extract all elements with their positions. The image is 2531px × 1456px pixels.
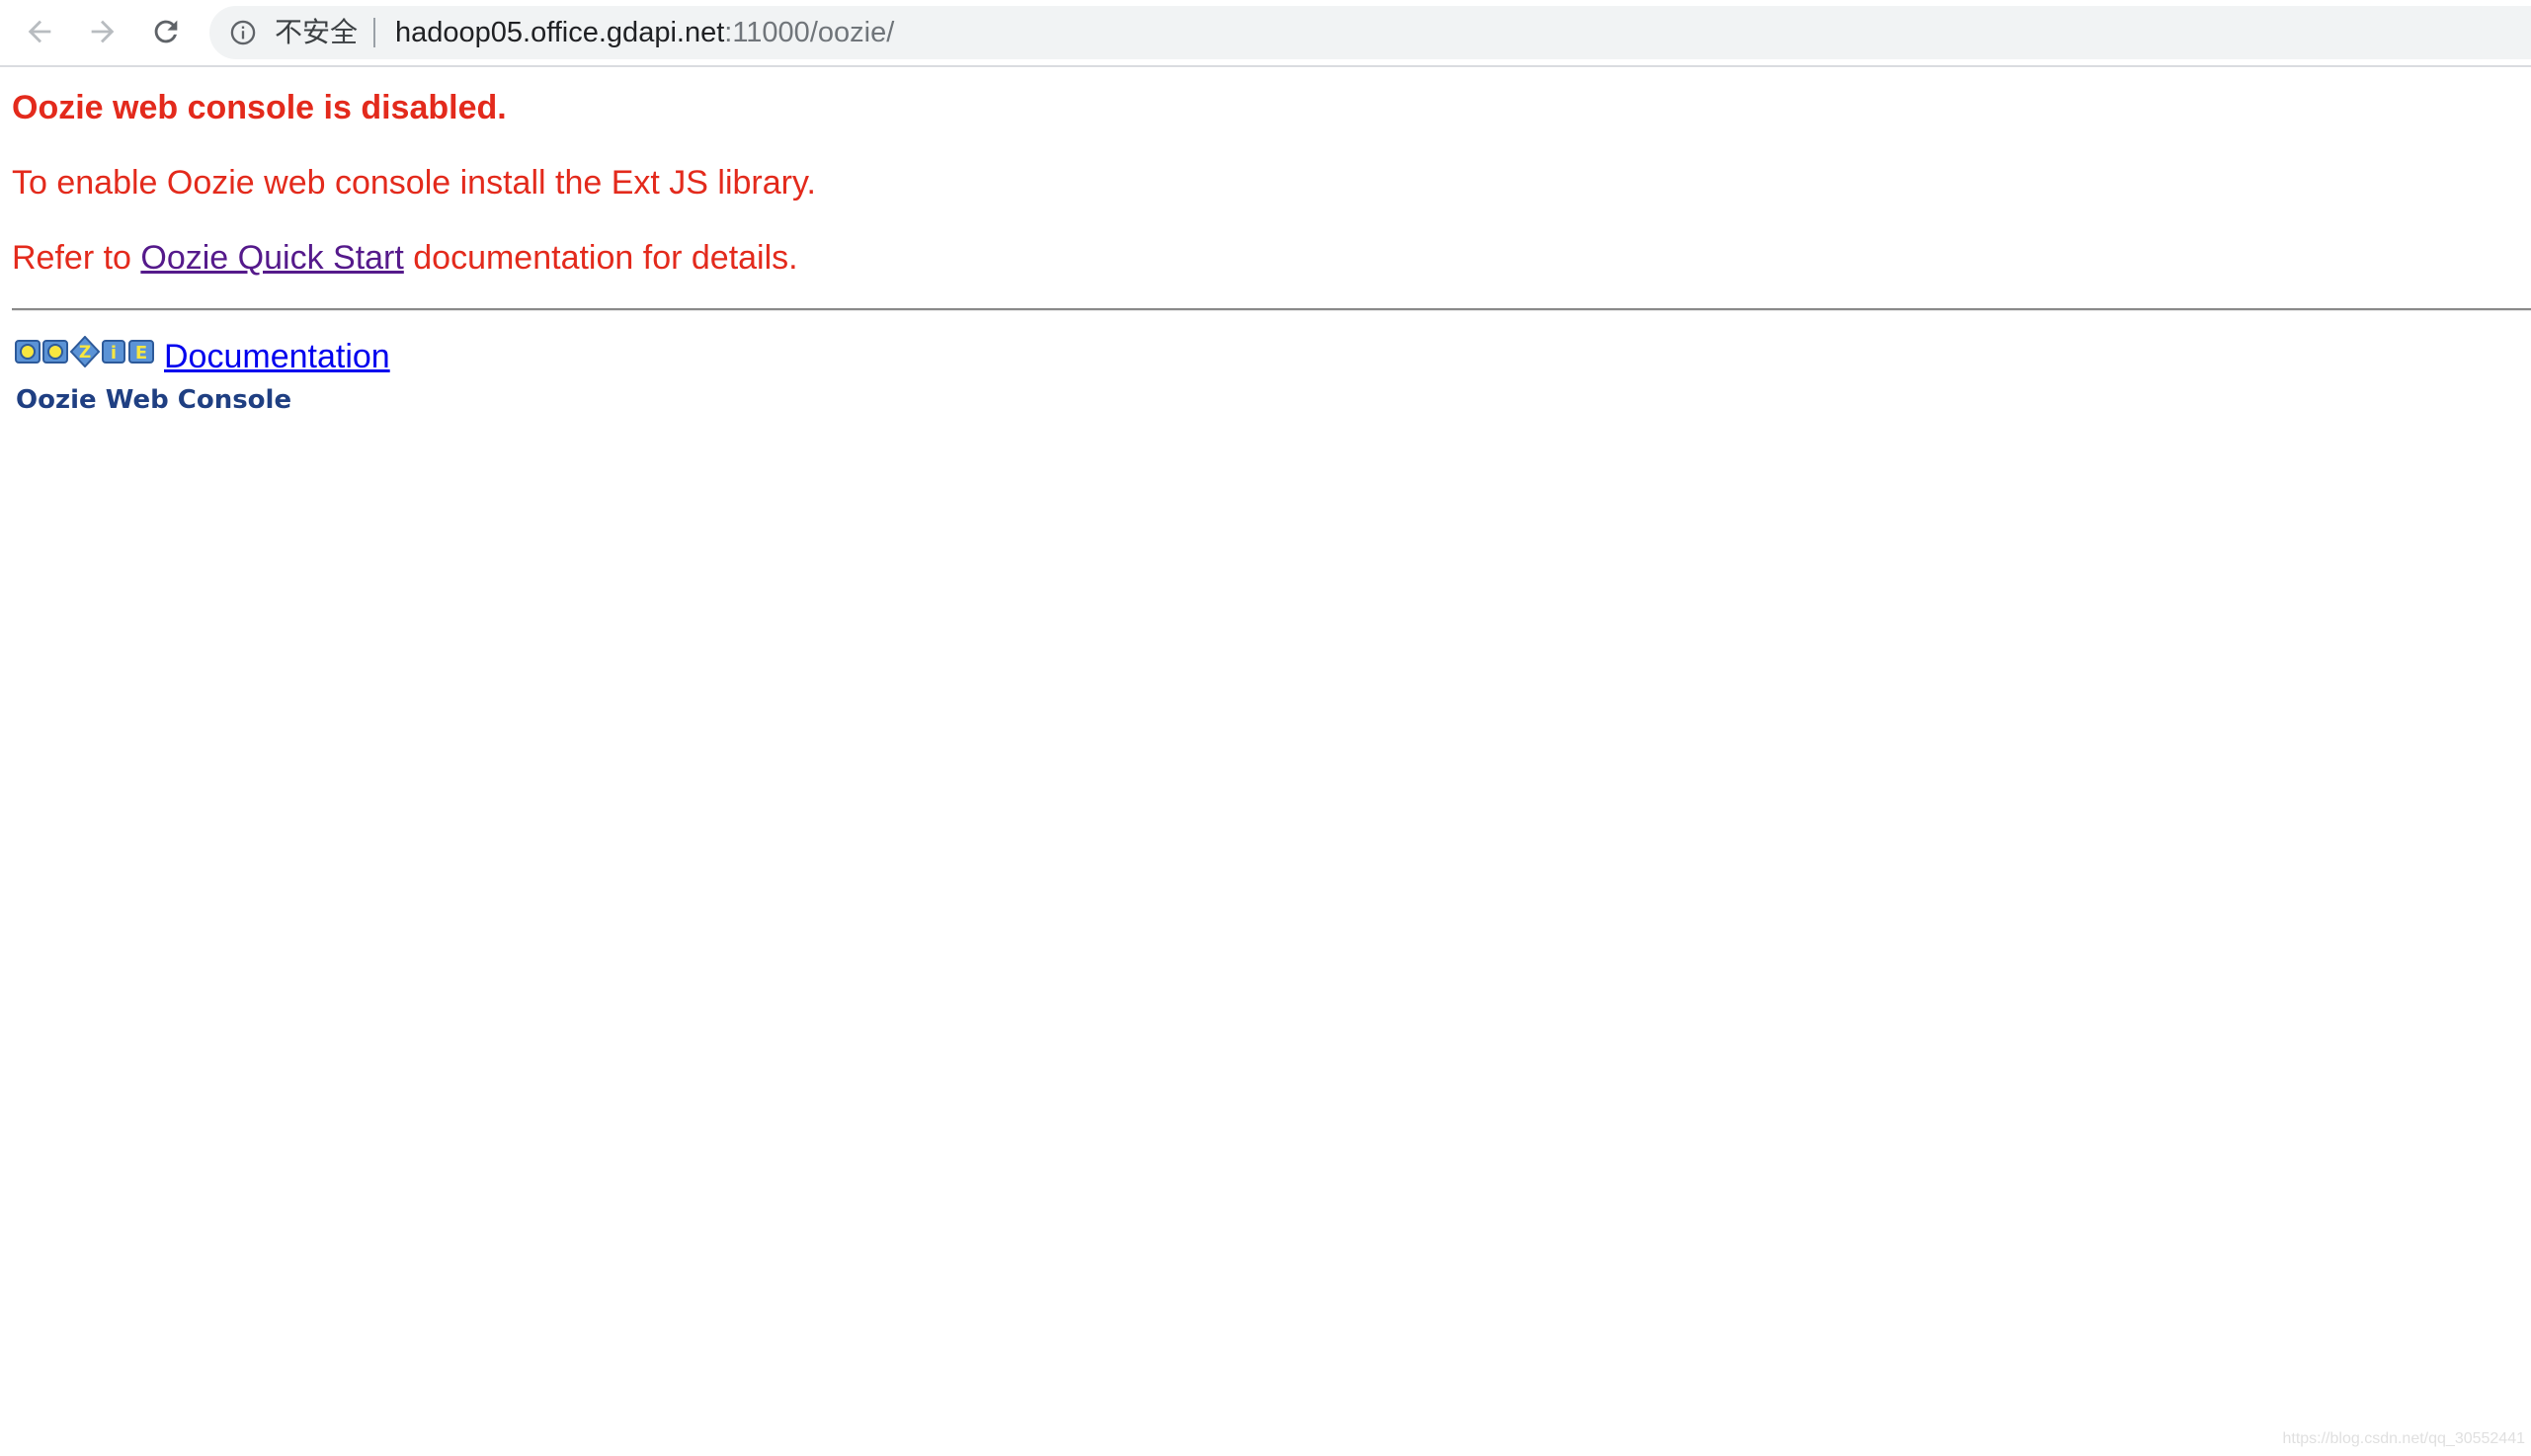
refer-suffix: documentation for details.: [403, 239, 798, 277]
oozie-logo[interactable]: Z i E: [15, 336, 155, 367]
reload-button[interactable]: [146, 12, 186, 51]
security-status-label[interactable]: 不安全: [275, 16, 358, 49]
oozie-quick-start-link[interactable]: Oozie Quick Start: [140, 239, 403, 277]
svg-text:Z: Z: [79, 343, 91, 363]
refer-prefix: Refer to: [12, 239, 141, 277]
documentation-link[interactable]: Documentation: [164, 336, 390, 377]
url-host: hadoop05.office.gdapi.net: [395, 17, 725, 48]
page-title: Oozie web console is disabled.: [12, 89, 507, 126]
horizontal-rule: [12, 308, 2531, 311]
omnibox-divider: [373, 18, 375, 47]
browser-toolbar: 不安全 hadoop05.office.gdapi.net:11000/oozi…: [0, 0, 2531, 67]
svg-text:i: i: [111, 343, 117, 364]
back-button[interactable]: [20, 12, 59, 51]
arrow-left-icon: [28, 20, 51, 43]
info-icon[interactable]: [229, 19, 257, 46]
url-text[interactable]: hadoop05.office.gdapi.net:11000/oozie/: [395, 16, 894, 49]
forward-button[interactable]: [83, 12, 122, 51]
url-path: :11000/oozie/: [724, 17, 895, 48]
oozie-web-console-label: Oozie Web Console: [16, 385, 292, 415]
page-content: Oozie web console is disabled. To enable…: [0, 67, 2531, 1456]
refer-paragraph: Refer to Oozie Quick Start documentation…: [12, 237, 798, 279]
reload-icon: [154, 20, 178, 43]
watermark: https://blog.csdn.net/qq_30552441: [2282, 1430, 2525, 1447]
svg-text:E: E: [135, 343, 147, 364]
arrow-right-icon: [91, 20, 115, 43]
enable-instructions: To enable Oozie web console install the …: [12, 164, 816, 202]
address-bar[interactable]: 不安全 hadoop05.office.gdapi.net:11000/oozi…: [209, 6, 2531, 59]
